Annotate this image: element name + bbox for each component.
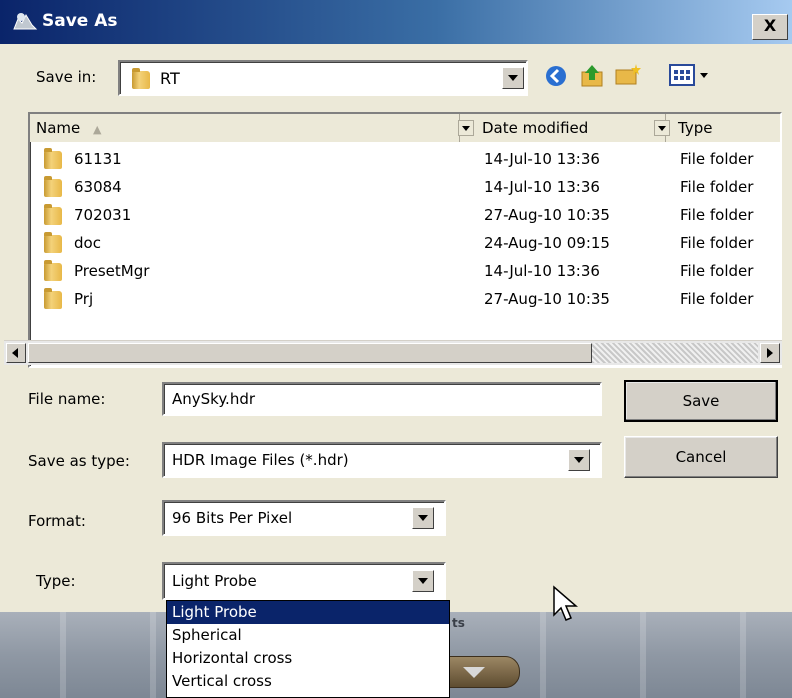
new-folder-icon[interactable] xyxy=(614,62,642,88)
type-value: Light Probe xyxy=(172,572,257,590)
item-date: 14-Jul-10 13:36 xyxy=(484,262,600,280)
save-in-dropdown-button[interactable] xyxy=(502,67,524,89)
item-type: File folder xyxy=(680,178,754,196)
type-select[interactable]: Light Probe xyxy=(162,562,446,600)
column-name-label: Name xyxy=(36,119,81,137)
item-name: PresetMgr xyxy=(74,262,150,280)
column-header-date[interactable]: Date modified xyxy=(476,114,666,142)
item-date: 27-Aug-10 10:35 xyxy=(484,290,610,308)
background-partial-text: ts xyxy=(452,616,465,630)
scroll-thumb[interactable] xyxy=(28,343,592,363)
folder-icon xyxy=(44,204,62,225)
save-as-type-value: HDR Image Files (*.hdr) xyxy=(172,451,349,469)
format-select[interactable]: 96 Bits Per Pixel xyxy=(162,500,446,536)
file-name-field[interactable]: AnySky.hdr xyxy=(162,382,602,416)
file-name-value: AnySky.hdr xyxy=(172,390,256,408)
name-filter-dropdown[interactable] xyxy=(458,120,474,136)
view-menu-icon[interactable] xyxy=(668,62,714,88)
scroll-left-button[interactable] xyxy=(6,343,26,363)
item-date: 24-Aug-10 09:15 xyxy=(484,234,610,252)
format-dropdown-button[interactable] xyxy=(412,507,434,529)
sort-ascending-icon: ▲ xyxy=(93,123,102,136)
date-filter-dropdown[interactable] xyxy=(654,120,670,136)
folder-icon xyxy=(44,260,62,281)
folder-icon xyxy=(44,232,62,253)
scroll-right-button[interactable] xyxy=(760,343,780,363)
save-in-label: Save in: xyxy=(36,68,97,86)
type-option-light-probe[interactable]: Light Probe xyxy=(167,601,449,624)
item-name: 63084 xyxy=(74,178,122,196)
dialog-title: Save As xyxy=(42,11,118,31)
item-date: 14-Jul-10 13:36 xyxy=(484,178,600,196)
save-in-value: RT xyxy=(160,69,180,88)
folder-icon xyxy=(132,68,150,89)
save-as-type-select[interactable]: HDR Image Files (*.hdr) xyxy=(162,442,602,478)
folder-icon xyxy=(44,176,62,197)
type-label: Type: xyxy=(36,572,76,590)
mouse-cursor-icon xyxy=(553,585,578,621)
item-name: 702031 xyxy=(74,206,132,224)
title-bar[interactable]: Save As xyxy=(0,0,792,44)
column-header-name[interactable]: Name ▲ xyxy=(30,114,460,142)
item-name: doc xyxy=(74,234,101,252)
app-icon xyxy=(13,13,38,30)
column-date-label: Date modified xyxy=(482,119,589,137)
save-in-combo[interactable]: RT xyxy=(118,60,528,96)
item-type: File folder xyxy=(680,290,754,308)
item-type: File folder xyxy=(680,206,754,224)
save-as-dialog: Save As X Save in: RT Name ▲ Date modifi… xyxy=(0,0,792,612)
save-as-type-dropdown-button[interactable] xyxy=(568,449,590,471)
list-item[interactable]: PresetMgr 14-Jul-10 13:36 File folder xyxy=(30,258,780,284)
back-icon[interactable] xyxy=(544,64,568,88)
list-item[interactable]: Prj 27-Aug-10 10:35 File folder xyxy=(30,286,780,312)
item-type: File folder xyxy=(680,234,754,252)
column-header-type[interactable]: Type xyxy=(672,114,782,142)
type-option-vertical-cross[interactable]: Vertical cross xyxy=(167,670,449,693)
format-label: Format: xyxy=(28,512,86,530)
item-type: File folder xyxy=(680,150,754,168)
save-as-type-label: Save as type: xyxy=(28,452,130,470)
list-item[interactable]: 702031 27-Aug-10 10:35 File folder xyxy=(30,202,780,228)
item-name: 61131 xyxy=(74,150,122,168)
list-item[interactable]: doc 24-Aug-10 09:15 File folder xyxy=(30,230,780,256)
scroll-track[interactable] xyxy=(592,343,758,363)
type-option-spherical[interactable]: Spherical xyxy=(167,624,449,647)
folder-icon xyxy=(44,288,62,309)
item-date: 27-Aug-10 10:35 xyxy=(484,206,610,224)
close-button[interactable]: X xyxy=(752,14,788,40)
format-value: 96 Bits Per Pixel xyxy=(172,509,293,527)
cancel-button[interactable]: Cancel xyxy=(624,436,778,478)
type-dropdown-list[interactable]: Light Probe Spherical Horizontal cross V… xyxy=(166,600,450,698)
type-option-horizontal-cross[interactable]: Horizontal cross xyxy=(167,647,449,670)
up-folder-icon[interactable] xyxy=(580,62,606,90)
file-list[interactable]: Name ▲ Date modified Type 61131 14-Jul-1… xyxy=(28,112,782,368)
column-type-label: Type xyxy=(678,119,713,137)
column-headers: Name ▲ Date modified Type xyxy=(30,114,780,142)
type-dropdown-button[interactable] xyxy=(412,570,434,592)
save-button[interactable]: Save xyxy=(624,380,778,422)
horizontal-scrollbar[interactable] xyxy=(4,340,782,365)
folder-icon xyxy=(44,148,62,169)
item-date: 14-Jul-10 13:36 xyxy=(484,150,600,168)
list-item[interactable]: 63084 14-Jul-10 13:36 File folder xyxy=(30,174,780,200)
item-type: File folder xyxy=(680,262,754,280)
file-name-label: File name: xyxy=(28,390,106,408)
list-item[interactable]: 61131 14-Jul-10 13:36 File folder xyxy=(30,146,780,172)
item-name: Prj xyxy=(74,290,94,308)
